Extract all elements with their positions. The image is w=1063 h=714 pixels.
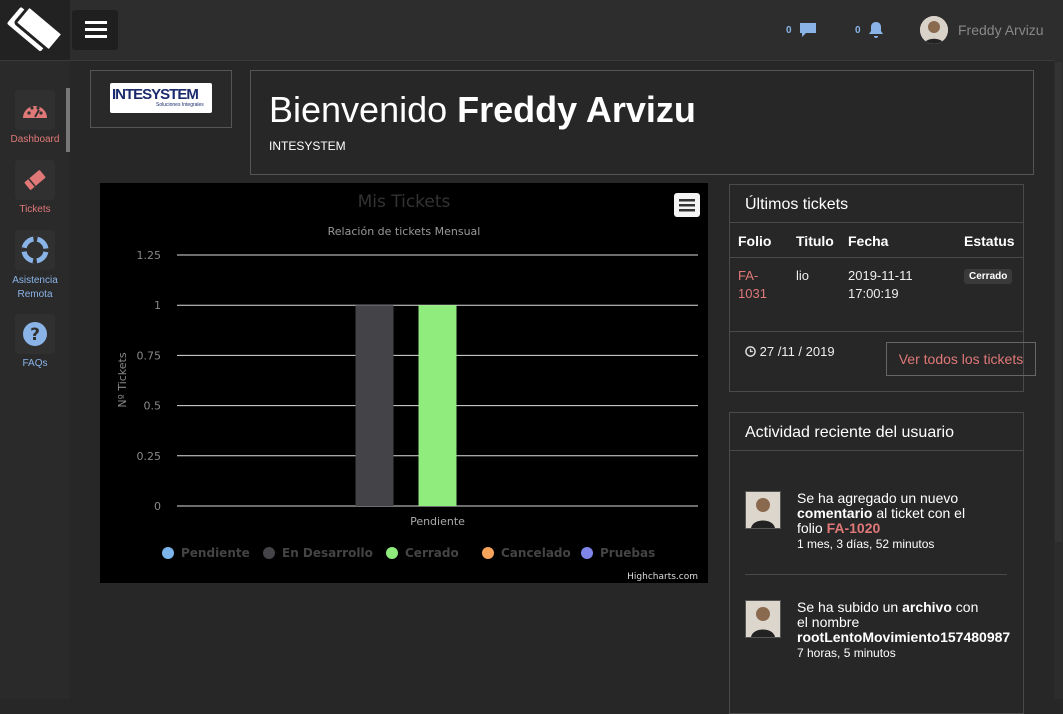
sidebar-item-label: Asistencia Remota (12, 275, 58, 300)
company-logo-text: INTESYSTEM (112, 86, 199, 103)
clock-icon (745, 346, 756, 357)
chat-icon (799, 23, 816, 37)
page-scrollbar-thumb[interactable] (1055, 62, 1062, 542)
column-header-fecha: Fecha (848, 233, 889, 249)
ticket-title: lio (796, 268, 810, 283)
life-ring-icon (15, 230, 55, 270)
sidebar-item-label: Tickets (19, 204, 51, 215)
dashboard-icon (15, 90, 55, 130)
ticket-icon (15, 160, 55, 200)
sidebar-item-label: FAQs (22, 358, 48, 369)
company-logo-box: INTESYSTEM Soluciones Integrales (90, 70, 232, 128)
activity-avatar (745, 600, 781, 638)
y-tick-label: 0.25 (137, 450, 162, 463)
welcome-greeting: Bienvenido (269, 89, 448, 130)
top-bar (0, 0, 1063, 61)
user-avatar[interactable] (920, 16, 948, 44)
column-header-titulo: Titulo (796, 233, 834, 249)
activity-time: 7 horas, 5 minutos (797, 646, 896, 660)
x-tick-label: Pendiente (410, 515, 465, 528)
legend-marker (162, 547, 174, 559)
welcome-panel: Bienvenido Freddy Arvizu INTESYSTEM (250, 70, 1034, 175)
messages-count: 0 (786, 24, 792, 36)
latest-tickets-title: Últimos tickets (745, 196, 849, 213)
legend-marker (581, 547, 593, 559)
user-photo-icon (746, 492, 780, 528)
notifications-count: 0 (855, 24, 861, 36)
sidebar-item-remote-assistance[interactable]: Asistencia Remota (0, 230, 70, 302)
sidebar-item-label: Dashboard (10, 134, 60, 145)
y-tick-label: 1.25 (137, 249, 162, 262)
y-tick-label: 0.75 (137, 349, 162, 362)
question-icon: ? (15, 314, 55, 354)
y-tick-label: 0 (154, 500, 161, 513)
notifications-button[interactable]: 0 (855, 16, 885, 44)
sidebar-item-dashboard[interactable]: Dashboard (0, 90, 70, 145)
recent-activity-panel: Actividad reciente del usuario (729, 412, 1024, 714)
legend-item: Pruebas (600, 546, 655, 560)
sidebar-item-faqs[interactable]: ? FAQs (0, 314, 70, 369)
tickets-date: 27 /11 / 2019 (745, 343, 835, 361)
legend-item: Cerrado (405, 546, 459, 560)
svg-text:?: ? (30, 325, 40, 345)
legend-item: Cancelado (501, 546, 571, 560)
company-logo: INTESYSTEM Soluciones Integrales (110, 83, 212, 113)
menu-toggle-button[interactable] (72, 10, 118, 50)
activity-time: 1 mes, 3 días, 52 minutos (797, 537, 935, 551)
ticket-folio-link[interactable]: FA- 1031 (738, 267, 767, 303)
activity-avatar (745, 491, 781, 529)
tickets-chart: Mis Tickets Relación de tickets Mensual 0 0… (100, 183, 708, 583)
bell-icon (868, 22, 883, 38)
sidebar (0, 61, 70, 699)
status-badge: Cerrado (964, 269, 1013, 284)
activity-text: Se ha subido un archivo con el nombre ro… (797, 600, 1011, 660)
chart-title: Mis Tickets (358, 192, 451, 212)
recent-activity-title: Actividad reciente del usuario (745, 424, 955, 441)
legend-marker (386, 547, 398, 559)
chart-bar (355, 305, 394, 506)
hamburger-icon (679, 199, 695, 212)
y-tick-label: 1 (154, 299, 161, 312)
messages-button[interactable]: 0 (786, 16, 818, 44)
welcome-title: Bienvenido Freddy Arvizu (269, 89, 696, 131)
legend-item: En Desarrollo (282, 546, 373, 560)
legend-item: Pendiente (181, 546, 250, 560)
legend-marker (263, 547, 275, 559)
view-all-tickets-button[interactable]: Ver todos los tickets (886, 342, 1036, 376)
activity-folio-link[interactable]: FA-1020 (827, 520, 881, 536)
y-axis-label: Nº Tickets (116, 352, 129, 407)
welcome-user-name: Freddy Arvizu (457, 89, 696, 130)
user-name[interactable]: Freddy Arvizu (958, 22, 1044, 38)
user-photo-icon (746, 601, 780, 637)
ticket-date: 2019-11-11 17:00:19 (848, 268, 913, 301)
chart-bar (418, 305, 457, 506)
column-header-folio: Folio (738, 233, 772, 249)
user-photo-icon (920, 16, 948, 44)
sidebar-item-tickets[interactable]: Tickets (0, 160, 70, 215)
chart-credit: Highcharts.com (627, 572, 698, 582)
company-logo-tagline: Soluciones Integrales (156, 102, 204, 108)
ticket-logo-icon (7, 5, 64, 52)
welcome-company: INTESYSTEM (269, 139, 346, 153)
y-tick-label: 0.5 (144, 400, 162, 413)
legend-marker (482, 547, 494, 559)
chart-svg: Mis Tickets Relación de tickets Mensual 0 0… (116, 192, 698, 582)
chart-menu-button[interactable] (674, 193, 700, 217)
activity-text: Se ha agregado un nuevo comentario al ti… (797, 491, 966, 551)
app-logo[interactable] (0, 0, 70, 60)
column-header-estatus: Estatus (964, 233, 1015, 249)
chart-subtitle: Relación de tickets Mensual (328, 225, 481, 238)
